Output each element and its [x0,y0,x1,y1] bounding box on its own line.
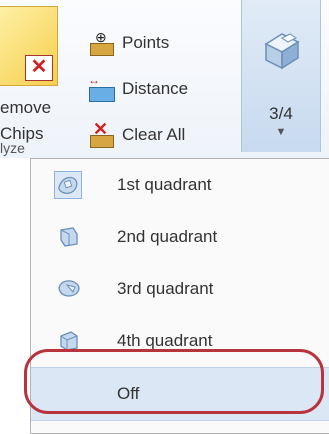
points-button[interactable]: ⊕ Points [88,26,228,60]
menu-item-2nd-quadrant[interactable]: 2nd quadrant [31,211,329,263]
menu-item-1st-quadrant[interactable]: 1st quadrant [31,159,329,211]
menu-item-label: 1st quadrant [117,175,212,194]
clear-all-label: Clear All [122,125,186,144]
quadrant-3-icon [58,280,80,297]
menu-item-label: 2nd quadrant [117,227,218,246]
view-button-label: 3/4 [269,104,293,123]
remove-chips-icon: ✕ [0,6,58,86]
menu-item-3rd-quadrant[interactable]: 3rd quadrant [31,263,329,315]
remove-x-icon: ✕ [25,55,53,81]
group-label: lyze [0,140,25,156]
quadrant-2-icon [60,227,78,247]
view-3-4-button[interactable]: 3/4 ▼ [241,0,321,152]
distance-label: Distance [122,79,189,98]
clear-all-icon: ✕ [88,120,114,148]
highlight-annotation [24,349,324,414]
points-icon: ⊕ [88,30,114,56]
menu-item-label: 3rd quadrant [117,279,214,298]
chevron-down-icon: ▼ [275,126,287,138]
distance-icon: ↔ [88,74,115,102]
ribbon: ✕ emove Chips ⊕ Points ↔ Distance ✕ Clea… [0,0,329,158]
points-label: Points [122,33,170,52]
quadrant-1-icon [54,171,82,199]
distance-button[interactable]: ↔ Distance [88,72,228,106]
clear-all-button[interactable]: ✕ Clear All [88,118,228,152]
view-block-icon [264,33,300,70]
remove-chips-button[interactable]: ✕ emove Chips [0,0,75,152]
